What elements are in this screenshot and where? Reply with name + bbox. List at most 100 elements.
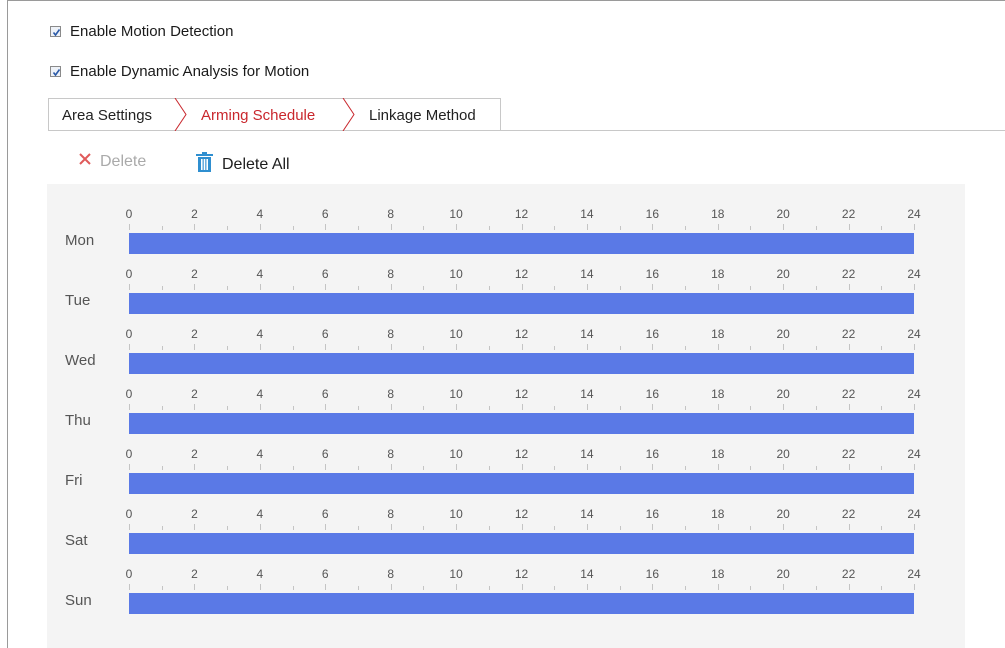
- enable-dynamic-analysis-checkbox[interactable]: [50, 66, 61, 77]
- day-label: Thu: [65, 412, 91, 429]
- schedule-bar[interactable]: [129, 593, 914, 614]
- hour-tick: [161, 526, 163, 530]
- schedule-row-wed: 0 2 4 6 8 10 12 14 16 18 20 22 24 Wed: [47, 324, 965, 384]
- hour-label: 0: [125, 567, 133, 581]
- hour-tick: [750, 346, 752, 350]
- hour-tick: [652, 584, 654, 590]
- hour-tick: [914, 224, 915, 230]
- hour-label: 22: [841, 327, 856, 341]
- schedule-bar[interactable]: [129, 533, 914, 554]
- hour-label: 22: [841, 447, 856, 461]
- hour-tick: [717, 404, 719, 410]
- hour-label: 14: [580, 447, 594, 461]
- hour-tick: [423, 526, 425, 530]
- delete-all-button[interactable]: Delete All: [195, 152, 290, 177]
- hour-tick: [129, 524, 130, 530]
- hour-label: 2: [191, 507, 198, 521]
- hour-label: 18: [711, 447, 725, 461]
- hour-tick: [717, 464, 719, 470]
- enable-motion-detection-label: Enable Motion Detection: [70, 23, 234, 40]
- hour-tick: [390, 344, 392, 350]
- hour-label: 14: [580, 267, 594, 281]
- hour-tick: [881, 586, 883, 590]
- schedule-bar[interactable]: [129, 413, 914, 434]
- hour-label: 18: [711, 207, 725, 221]
- hour-tick: [161, 346, 163, 350]
- schedule-bar[interactable]: [129, 353, 914, 374]
- hour-tick: [357, 466, 359, 470]
- tab-area-settings[interactable]: Area Settings: [62, 107, 152, 124]
- hour-label: 10: [449, 327, 463, 341]
- hour-tick: [521, 584, 523, 590]
- hour-label: 18: [711, 267, 725, 281]
- hour-tick: [554, 526, 556, 530]
- tab-arming-schedule[interactable]: Arming Schedule: [201, 107, 315, 124]
- hour-tick: [717, 284, 719, 290]
- hour-tick: [750, 586, 752, 590]
- day-label: Mon: [65, 232, 95, 249]
- hour-label: 16: [645, 567, 660, 581]
- hour-tick: [488, 286, 490, 290]
- hour-label: 4: [256, 507, 264, 521]
- hour-tick: [717, 344, 719, 350]
- hour-label: 18: [711, 567, 725, 581]
- schedule-bar[interactable]: [129, 473, 914, 494]
- hour-tick: [881, 286, 883, 290]
- hour-tick: [521, 464, 523, 470]
- hour-tick: [750, 226, 752, 230]
- tab-linkage-method[interactable]: Linkage Method: [369, 107, 476, 124]
- hour-tick: [259, 404, 261, 410]
- hour-label: 14: [580, 387, 594, 401]
- hour-label: 2: [191, 447, 198, 461]
- hour-tick: [685, 286, 687, 290]
- hour-tick: [848, 464, 850, 470]
- hour-tick: [815, 406, 817, 410]
- hour-label: 8: [387, 507, 394, 521]
- enable-dynamic-analysis-row[interactable]: Enable Dynamic Analysis for Motion: [50, 63, 309, 80]
- hour-label: 12: [514, 567, 529, 581]
- day-label: Sun: [65, 592, 92, 609]
- schedule-bar[interactable]: [129, 293, 914, 314]
- hour-tick: [685, 406, 687, 410]
- hour-tick: [521, 284, 523, 290]
- hour-label: 20: [776, 507, 790, 521]
- hour-tick: [194, 344, 196, 350]
- hour-label: 6: [321, 387, 329, 401]
- hour-tick: [783, 464, 785, 470]
- enable-dynamic-analysis-label: Enable Dynamic Analysis for Motion: [70, 63, 310, 80]
- hour-tick: [227, 466, 229, 470]
- hour-tick: [488, 226, 490, 230]
- hour-tick: [685, 346, 687, 350]
- hour-label: 16: [645, 447, 660, 461]
- hour-tick: [914, 524, 915, 530]
- hour-tick: [521, 224, 523, 230]
- hour-tick: [521, 344, 523, 350]
- hour-tick: [357, 526, 359, 530]
- arming-schedule-panel: 0 2 4 6 8 10 12 14 16 18 20 22 24 Mon 0 2 4 6 8 10 12 14 16 18 2…: [47, 184, 965, 648]
- hour-label: 4: [256, 327, 264, 341]
- hour-label: 20: [776, 207, 790, 221]
- hour-tick: [848, 344, 850, 350]
- hour-tick: [586, 404, 588, 410]
- hour-label: 0: [125, 447, 133, 461]
- hour-tick: [357, 226, 359, 230]
- schedule-bar[interactable]: [129, 233, 914, 254]
- hour-label: 14: [580, 327, 594, 341]
- hour-label: 12: [514, 267, 529, 281]
- hour-tick: [129, 284, 130, 290]
- hour-tick: [456, 584, 458, 590]
- hour-tick: [488, 346, 490, 350]
- hour-tick: [194, 224, 196, 230]
- enable-motion-detection-checkbox[interactable]: [50, 26, 61, 37]
- hour-tick: [881, 406, 883, 410]
- hour-tick: [357, 406, 359, 410]
- hour-tick: [488, 586, 490, 590]
- hour-tick: [161, 286, 163, 290]
- hour-tick: [390, 584, 392, 590]
- delete-button[interactable]: Delete: [78, 152, 146, 171]
- hour-label: 12: [514, 327, 529, 341]
- enable-motion-detection-row[interactable]: Enable Motion Detection: [50, 23, 233, 40]
- hour-label: 4: [256, 567, 264, 581]
- hour-tick: [750, 466, 752, 470]
- hour-tick: [259, 344, 261, 350]
